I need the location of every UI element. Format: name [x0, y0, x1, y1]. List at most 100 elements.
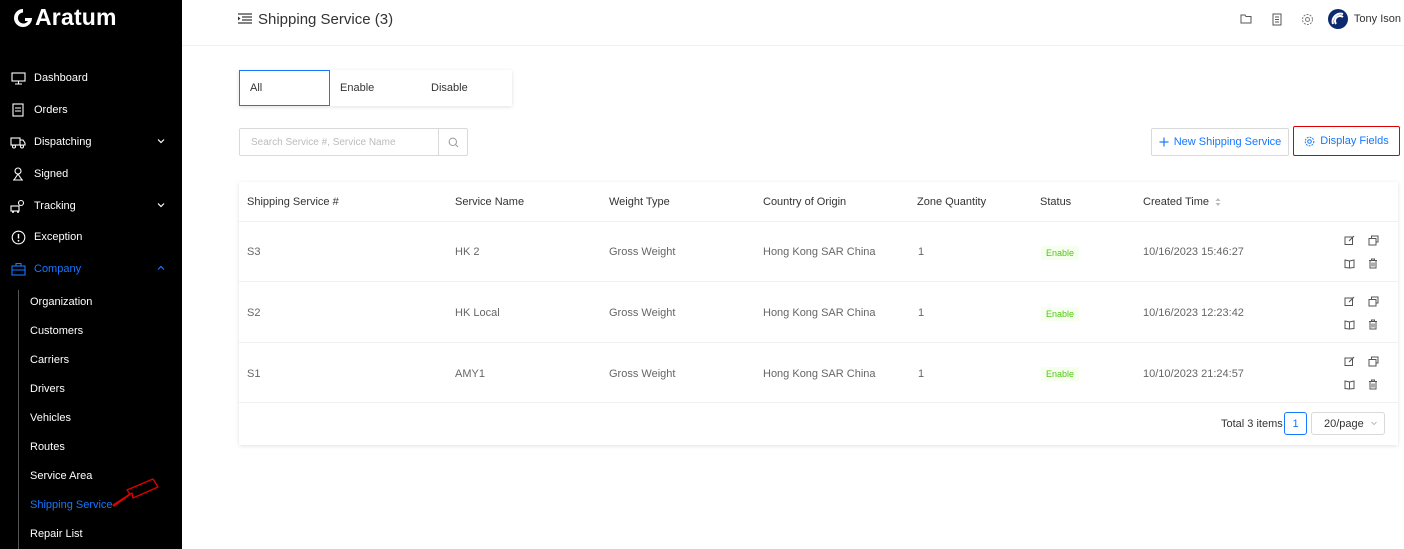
column-header: Status	[1040, 196, 1072, 208]
search-button[interactable]	[438, 129, 467, 155]
sidebar: Aratum Dashboard Orders Dispatching Sign…	[0, 0, 182, 549]
sidebar-item-label: Dispatching	[34, 136, 92, 148]
sidebar-subitem-repair-list[interactable]: Repair List	[30, 528, 83, 540]
sidebar-item-exception[interactable]: Exception	[0, 221, 182, 253]
top-header: Shipping Service (3) Tony Ison	[182, 0, 1404, 46]
submenu-divider	[18, 290, 19, 549]
page-title-text: Shipping Service (3)	[258, 11, 394, 28]
table-row: S3 HK 2 Gross Weight Hong Kong SAR China…	[239, 222, 1398, 282]
column-header: Shipping Service #	[247, 196, 339, 208]
sidebar-subitem-drivers[interactable]: Drivers	[30, 383, 65, 395]
sidebar-subitem-service-area[interactable]: Service Area	[30, 470, 92, 482]
book-icon[interactable]	[1343, 318, 1355, 330]
status-badge: Enable	[1041, 367, 1080, 381]
sidebar-item-dashboard[interactable]: Dashboard	[0, 62, 182, 94]
avatar[interactable]	[1327, 9, 1348, 29]
chevron-down-icon	[156, 136, 166, 149]
table-header: Shipping Service # Service Name Weight T…	[239, 182, 1398, 222]
app-logo[interactable]: Aratum	[12, 4, 117, 31]
column-header-label: Created Time	[1143, 196, 1210, 208]
sidebar-item-dispatching[interactable]: Dispatching	[0, 126, 182, 158]
company-icon	[10, 261, 26, 277]
sidebar-item-company[interactable]: Company	[0, 253, 182, 285]
sidebar-subitem-vehicles[interactable]: Vehicles	[30, 412, 71, 424]
cell-origin: Hong Kong SAR China	[763, 246, 876, 258]
header-actions: Tony Ison	[1239, 9, 1404, 29]
status-filter-tabs: All Enable Disable	[239, 70, 512, 106]
sidebar-subitem-routes[interactable]: Routes	[30, 441, 65, 453]
sidebar-item-label: Dashboard	[34, 72, 88, 84]
search-box	[239, 128, 468, 156]
annotation-arrow	[112, 478, 159, 507]
page-size-select[interactable]: 20/page	[1311, 412, 1385, 435]
shipping-service-table: Shipping Service # Service Name Weight T…	[239, 182, 1398, 445]
copy-icon[interactable]	[1367, 295, 1379, 307]
column-header: Weight Type	[609, 196, 670, 208]
truck-icon	[10, 134, 26, 150]
delete-icon[interactable]	[1367, 257, 1379, 269]
copy-icon[interactable]	[1367, 234, 1379, 246]
chevron-down-icon	[156, 200, 166, 213]
menu-fold-icon[interactable]	[238, 11, 252, 28]
chevron-up-icon	[156, 263, 166, 276]
user-name[interactable]: Tony Ison	[1354, 13, 1401, 25]
folder-icon[interactable]	[1239, 12, 1253, 26]
sidebar-subitem-organization[interactable]: Organization	[30, 296, 92, 308]
cell-zone-quantity: 1	[918, 368, 925, 380]
pagination-page-1[interactable]: 1	[1284, 412, 1307, 435]
column-header: Service Name	[455, 196, 525, 208]
cell-service-name: HK 2	[455, 246, 480, 258]
book-icon[interactable]	[1343, 257, 1355, 269]
edit-icon[interactable]	[1343, 234, 1355, 246]
edit-icon[interactable]	[1343, 295, 1355, 307]
exclamation-icon	[10, 229, 26, 245]
delete-icon[interactable]	[1367, 318, 1379, 330]
display-fields-label: Display Fields	[1320, 135, 1389, 147]
logo-text: Aratum	[35, 4, 117, 30]
sidebar-subitem-carriers[interactable]: Carriers	[30, 354, 69, 366]
page-title: Shipping Service (3)	[238, 11, 393, 28]
monitor-icon	[10, 70, 26, 86]
cell-service-id[interactable]: S2	[247, 307, 260, 319]
settings-icon[interactable]	[1301, 12, 1315, 26]
column-header: Country of Origin	[763, 196, 847, 208]
cell-created-time: 10/16/2023 15:46:27	[1143, 246, 1244, 258]
table-row: S2 HK Local Gross Weight Hong Kong SAR C…	[239, 283, 1398, 343]
sidebar-item-signed[interactable]: Signed	[0, 158, 182, 190]
sidebar-item-label: Orders	[34, 104, 68, 116]
orders-icon	[10, 102, 26, 118]
search-input[interactable]	[240, 129, 439, 155]
cell-service-name: HK Local	[455, 307, 500, 319]
sidebar-item-label: Tracking	[34, 200, 76, 212]
pagination-total: Total 3 items	[1221, 418, 1283, 430]
cell-weight-type: Gross Weight	[609, 246, 676, 258]
edit-icon[interactable]	[1343, 355, 1355, 367]
signature-icon	[10, 166, 26, 182]
sidebar-item-tracking[interactable]: Tracking	[0, 190, 182, 222]
document-icon[interactable]	[1270, 12, 1284, 26]
tab-all[interactable]: All	[239, 70, 330, 106]
copy-icon[interactable]	[1367, 355, 1379, 367]
cell-origin: Hong Kong SAR China	[763, 307, 876, 319]
sidebar-item-label: Exception	[34, 231, 83, 243]
new-shipping-service-button[interactable]: New Shipping Service	[1151, 128, 1289, 156]
column-header: Zone Quantity	[917, 196, 987, 208]
cell-service-id[interactable]: S3	[247, 246, 260, 258]
book-icon[interactable]	[1343, 378, 1355, 390]
new-shipping-service-label: New Shipping Service	[1173, 136, 1282, 148]
tab-disable[interactable]: Disable	[421, 70, 512, 106]
delete-icon[interactable]	[1367, 378, 1379, 390]
cell-zone-quantity: 1	[918, 246, 925, 258]
sidebar-subitem-customers[interactable]: Customers	[30, 325, 83, 337]
column-header-created-time[interactable]: Created Time	[1143, 196, 1221, 208]
page-size-value: 20/page	[1324, 417, 1364, 430]
table-row: S1 AMY1 Gross Weight Hong Kong SAR China…	[239, 343, 1398, 403]
sort-icon[interactable]	[1215, 197, 1221, 207]
display-fields-button[interactable]: Display Fields	[1293, 126, 1400, 156]
chevron-down-icon	[1371, 421, 1377, 426]
sidebar-item-orders[interactable]: Orders	[0, 94, 182, 126]
cell-zone-quantity: 1	[918, 307, 925, 319]
tab-enable[interactable]: Enable	[330, 70, 421, 106]
cell-service-id[interactable]: S1	[247, 368, 260, 380]
sidebar-subitem-shipping-service[interactable]: Shipping Service	[30, 499, 113, 511]
